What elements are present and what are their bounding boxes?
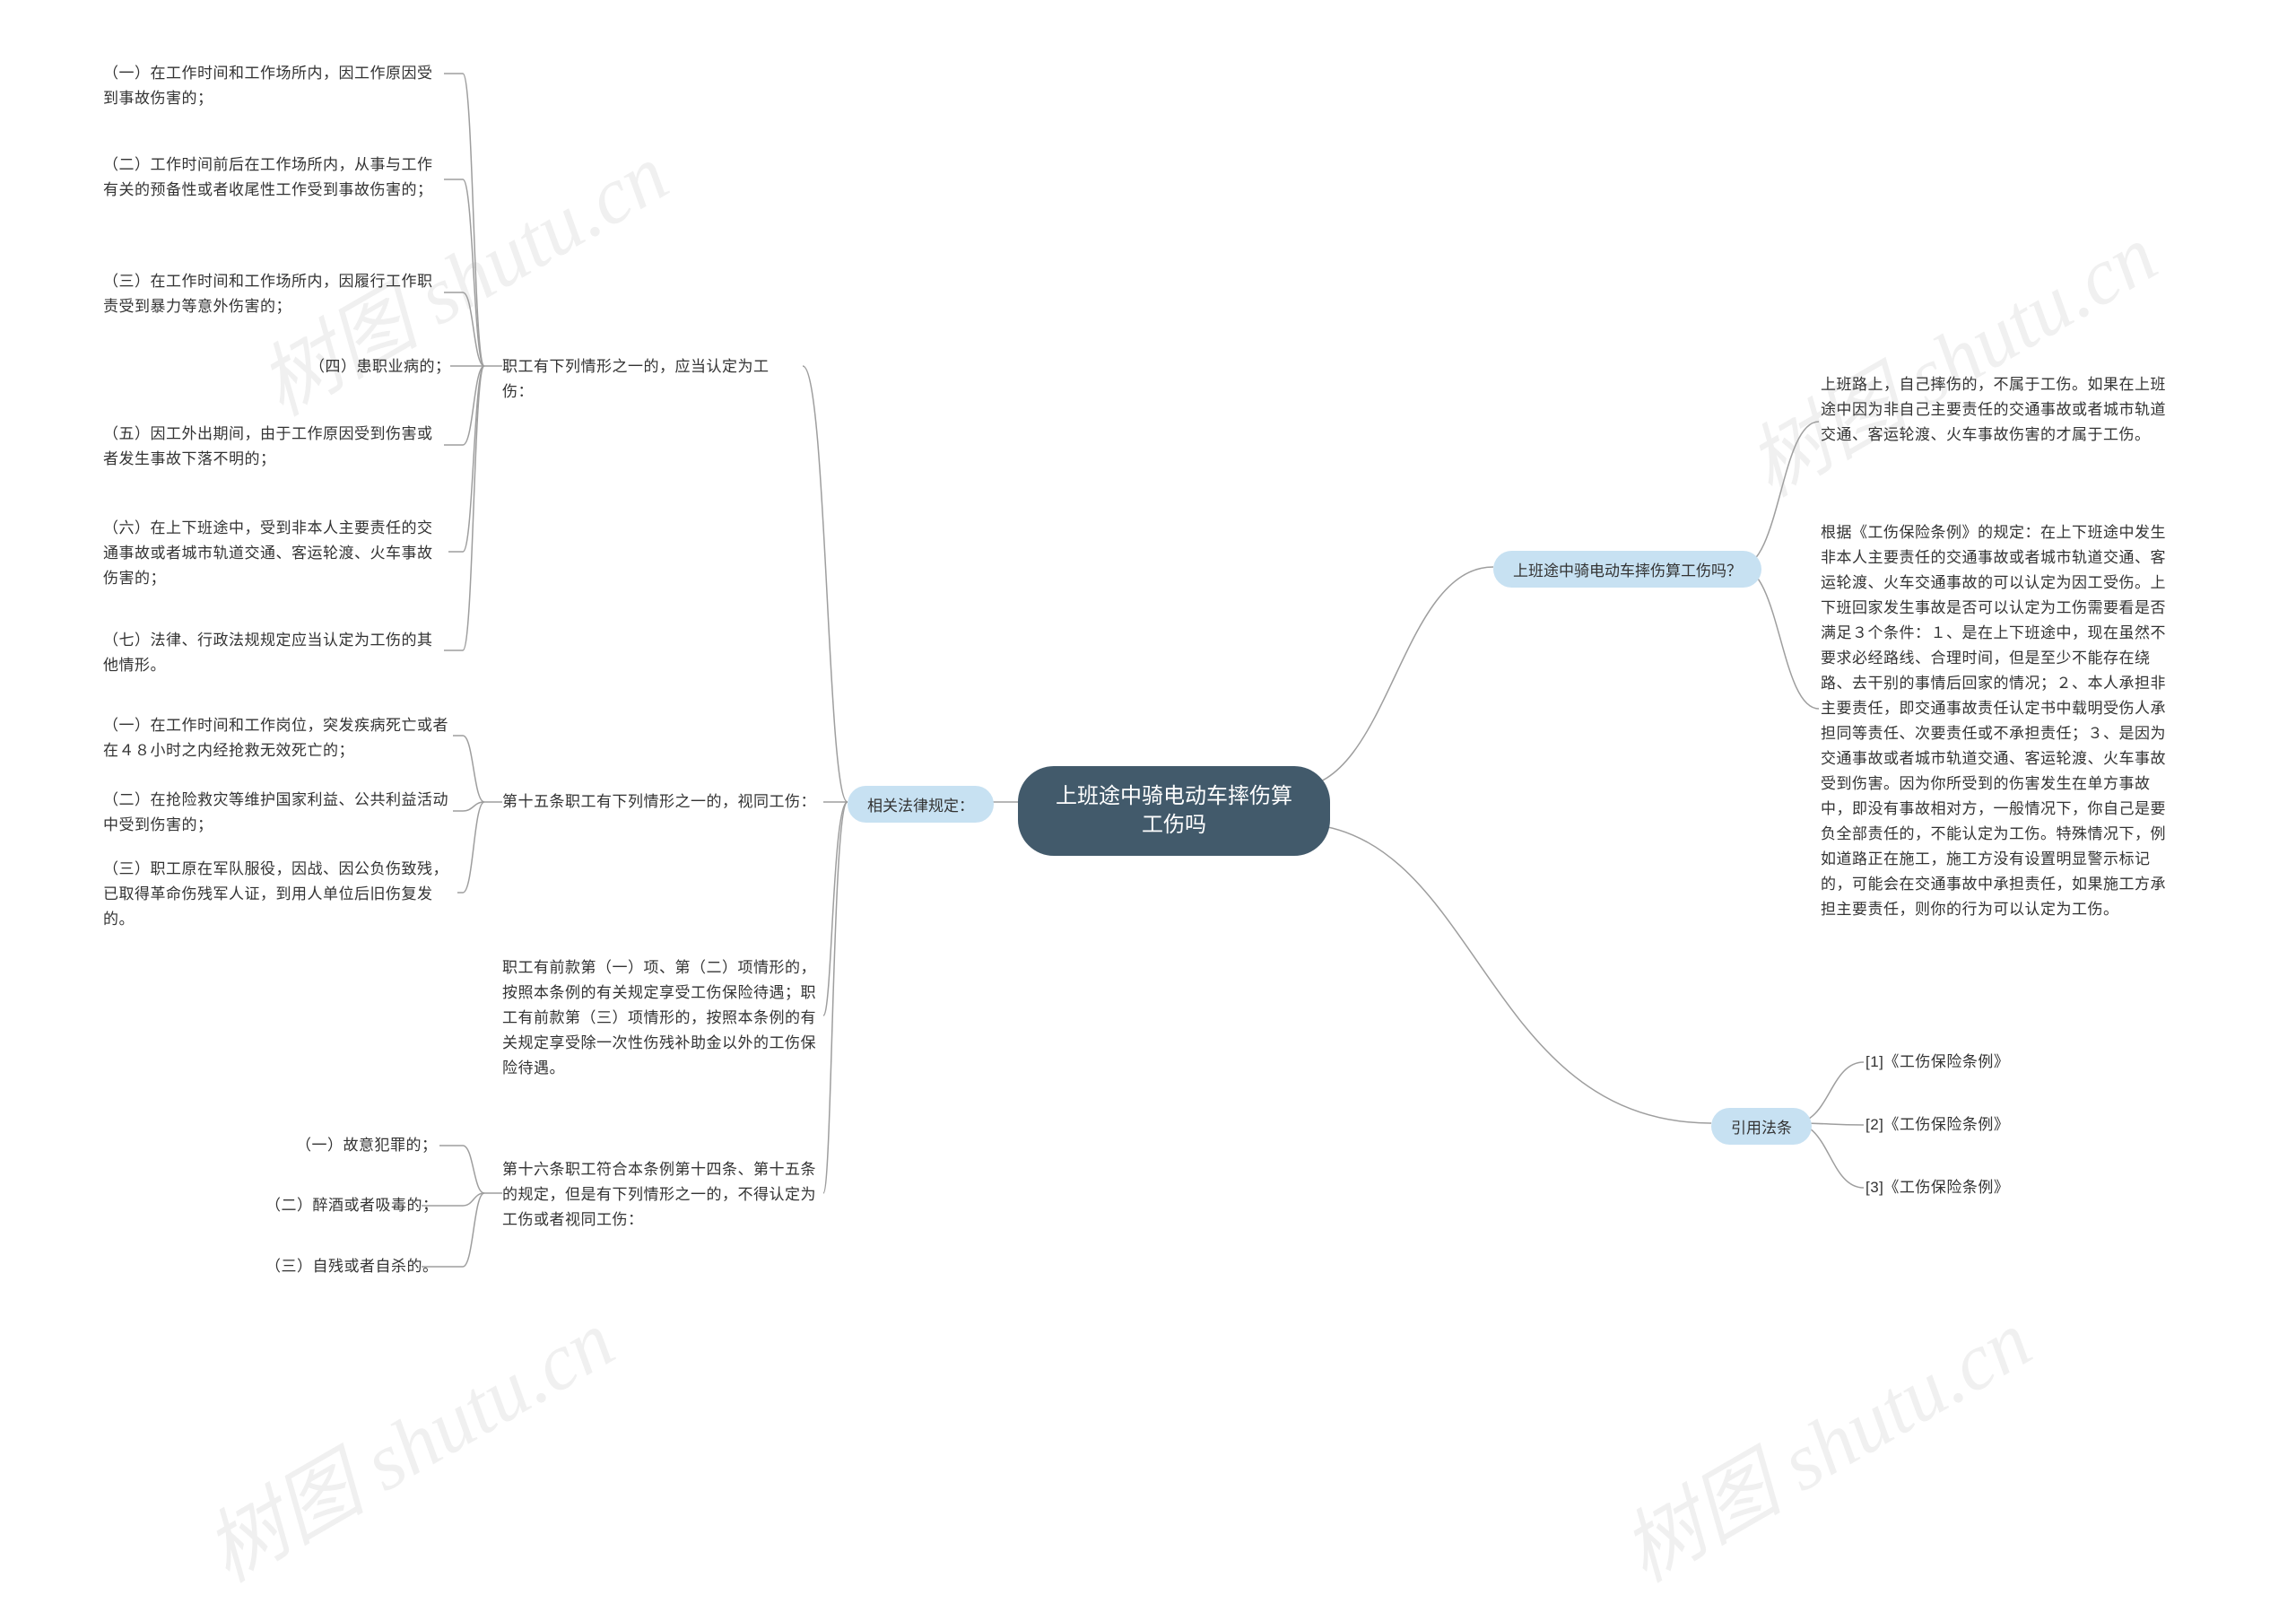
right-ref-label: 引用法条 [1731,1120,1792,1137]
right-q-node[interactable]: 上班途中骑电动车摔伤算工伤吗？ [1493,551,1761,588]
art16-2: （二）醉酒或者吸毒的； [265,1193,439,1218]
art15-2: （二）在抢险救灾等维护国家利益、公共利益活动中受到伤害的； [103,788,448,838]
art14-7: （七）法律、行政法规规定应当认定为工伤的其他情形。 [103,628,435,678]
right-q-label: 上班途中骑电动车摔伤算工伤吗？ [1513,562,1742,580]
right-q-ans1: 上班路上，自己摔伤的，不属于工伤。如果在上班途中因为非自己主要责任的交通事故或者… [1821,372,2175,448]
right-ref-3: [3]《工伤保险条例》 [1866,1175,2009,1200]
art14-3: （三）在工作时间和工作场所内，因履行工作职责受到暴力等意外伤害的； [103,269,435,319]
art14-4: （四）患职业病的； [309,354,466,379]
root-node-line2: 工伤吗 [1142,813,1206,837]
art15-extra: 职工有前款第（一）项、第（二）项情形的，按照本条例的有关规定享受工伤保险待遇；职… [502,955,825,1081]
art16-intro: 第十六条职工符合本条例第十四条、第十五条的规定，但是有下列情形之一的，不得认定为… [502,1157,825,1233]
art16-3: （三）自残或者自杀的。 [265,1254,439,1279]
right-ref-1: [1]《工伤保险条例》 [1866,1050,2009,1075]
right-q-ans2: 根据《工伤保险条例》的规定：在上下班途中发生非本人主要责任的交通事故或者城市轨道… [1821,520,2175,922]
law-node[interactable]: 相关法律规定： [848,786,994,823]
art14-5: （五）因工外出期间，由于工作原因受到伤害或者发生事故下落不明的； [103,422,435,472]
art14-intro: 职工有下列情形之一的，应当认定为工伤： [502,354,798,405]
art14-1: （一）在工作时间和工作场所内，因工作原因受到事故伤害的； [103,61,435,111]
root-node-line1: 上班途中骑电动车摔伤算 [1056,784,1292,808]
art14-6: （六）在上下班途中，受到非本人主要责任的交通事故或者城市轨道交通、客运轮渡、火车… [103,516,444,591]
art15-1: （一）在工作时间和工作岗位，突发疾病死亡或者在４８小时之内经抢救无效死亡的； [103,713,448,763]
art16-1: （一）故意犯罪的； [296,1133,438,1158]
art15-intro: 第十五条职工有下列情形之一的，视同工伤： [502,789,821,815]
art15-3: （三）职工原在军队服役，因战、因公负伤致残，已取得革命伤残军人证，到用人单位后旧… [103,857,453,932]
root-node[interactable]: 上班途中骑电动车摔伤算 工伤吗 [1018,766,1330,856]
art14-2: （二）工作时间前后在工作场所内，从事与工作有关的预备性或者收尾性工作受到事故伤害… [103,153,435,203]
right-ref-node[interactable]: 引用法条 [1711,1108,1812,1145]
law-node-label: 相关法律规定： [867,798,974,815]
right-ref-2: [2]《工伤保险条例》 [1866,1112,2009,1138]
